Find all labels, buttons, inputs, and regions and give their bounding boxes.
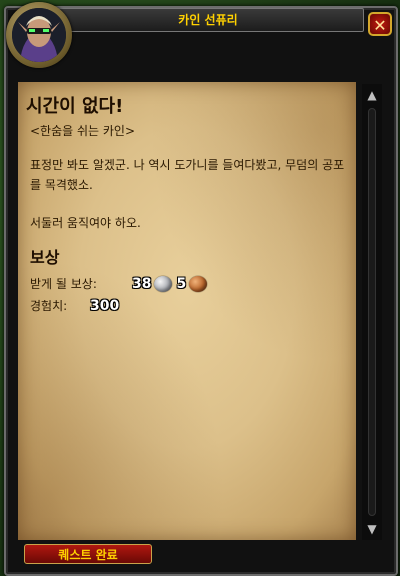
xp-reward-row: 경험치: 300	[30, 296, 119, 316]
window-title: 카인 선퓨리	[52, 8, 364, 32]
close-button[interactable]: ✕	[368, 12, 392, 36]
scroll-down-icon[interactable]: ▼	[362, 520, 382, 538]
silver-coin-icon	[154, 276, 173, 292]
quest-paragraph: 표정만 봐도 알겠군. 나 역시 도가니를 들여다봤고, 무덤의 공포를 목격했…	[30, 158, 345, 192]
portrait-art	[12, 8, 66, 62]
complete-quest-button[interactable]: 퀘스트 완료	[24, 544, 152, 564]
quest-description: 표정만 봐도 알겠군. 나 역시 도가니를 들여다봤고, 무덤의 공포를 목격했…	[30, 155, 350, 251]
scroll-track[interactable]	[368, 108, 376, 516]
rewards-heading: 보상	[30, 248, 60, 267]
quest-giver-subtitle: <한숨을 쉬는 카인>	[30, 124, 136, 138]
scroll-up-icon[interactable]: ▲	[362, 86, 382, 104]
copper-coin-icon	[189, 276, 208, 292]
xp-value: 300	[90, 298, 120, 314]
money-reward-row: 받게 될 보상: 38 5	[30, 274, 211, 294]
silver-amount: 38	[132, 276, 152, 292]
npc-portrait-icon	[12, 8, 66, 62]
quest-title: 시간이 없다!	[26, 96, 124, 117]
money-reward-label: 받게 될 보상:	[30, 277, 97, 291]
xp-label: 경험치:	[30, 299, 68, 313]
quest-paragraph: 서둘러 움직여야 하오.	[30, 216, 141, 230]
copper-amount: 5	[176, 276, 187, 292]
